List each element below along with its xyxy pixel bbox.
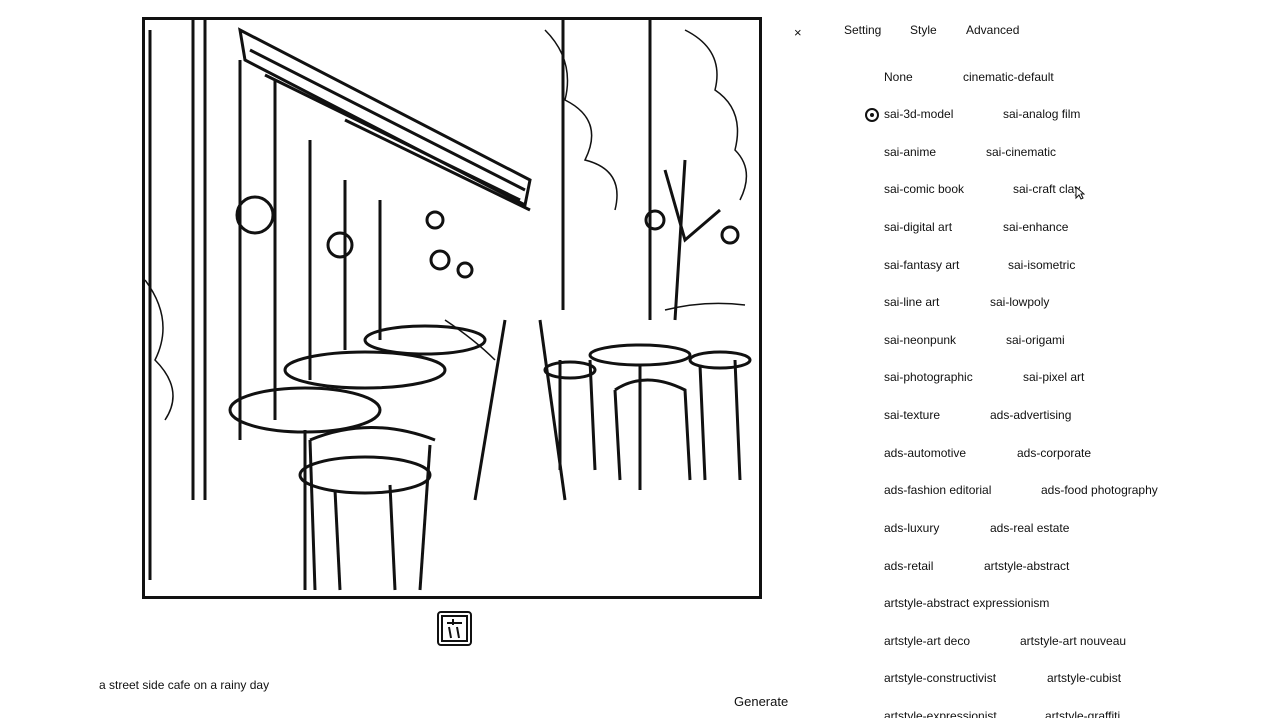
style-option[interactable]: sai-neonpunk [884, 333, 956, 347]
close-icon[interactable]: × [794, 25, 802, 40]
style-option[interactable]: ads-corporate [1017, 446, 1091, 460]
style-option[interactable]: sai-anime [884, 145, 936, 159]
style-option[interactable]: None [884, 70, 913, 84]
style-option[interactable]: artstyle-graffiti [1045, 709, 1120, 718]
generated-image-preview [142, 17, 762, 599]
style-option[interactable]: sai-line art [884, 295, 939, 309]
style-option[interactable]: sai-pixel art [1023, 370, 1084, 384]
tab-setting[interactable]: Setting [844, 23, 881, 37]
style-option[interactable]: ads-advertising [990, 408, 1071, 422]
style-option[interactable]: sai-cinematic [986, 145, 1056, 159]
style-option[interactable]: artstyle-art deco [884, 634, 970, 648]
prompt-text: a street side cafe on a rainy day [99, 678, 270, 692]
style-option[interactable]: ads-luxury [884, 521, 939, 535]
radio-selected-icon [865, 108, 879, 122]
style-option[interactable]: ads-food photography [1041, 483, 1158, 497]
style-options-list: None cinematic-default sai-3d-model sai-… [840, 62, 1260, 718]
style-option[interactable]: sai-digital art [884, 220, 952, 234]
style-option[interactable]: sai-fantasy art [884, 258, 959, 272]
style-option[interactable]: ads-real estate [990, 521, 1069, 535]
style-option[interactable]: artstyle-abstract expressionism [884, 596, 1049, 610]
style-option[interactable]: sai-isometric [1008, 258, 1075, 272]
style-option[interactable]: ads-retail [884, 559, 933, 573]
style-option-selected[interactable]: sai-3d-model [865, 107, 954, 122]
style-option[interactable]: artstyle-abstract [984, 559, 1069, 573]
style-option[interactable]: sai-origami [1006, 333, 1065, 347]
style-option[interactable]: sai-craft clay [1013, 182, 1080, 196]
style-option[interactable]: ads-automotive [884, 446, 966, 460]
image-thumbnail[interactable] [437, 611, 472, 646]
style-option[interactable]: sai-photographic [884, 370, 973, 384]
style-option[interactable]: artstyle-art nouveau [1020, 634, 1126, 648]
tab-style[interactable]: Style [910, 23, 937, 37]
tab-advanced[interactable]: Advanced [966, 23, 1019, 37]
generate-button[interactable]: Generate [734, 694, 788, 709]
style-option[interactable]: sai-analog film [1003, 107, 1080, 121]
style-option[interactable]: artstyle-cubist [1047, 671, 1121, 685]
style-option[interactable]: cinematic-default [963, 70, 1054, 84]
style-option[interactable]: sai-lowpoly [990, 295, 1049, 309]
style-option[interactable]: artstyle-constructivist [884, 671, 996, 685]
style-option[interactable]: sai-texture [884, 408, 940, 422]
image-thumbnail-icon [441, 615, 468, 642]
style-option[interactable]: sai-comic book [884, 182, 964, 196]
style-option[interactable]: ads-fashion editorial [884, 483, 991, 497]
mouse-pointer-icon [1075, 186, 1085, 200]
style-option-label: sai-3d-model [884, 107, 954, 121]
style-option[interactable]: sai-enhance [1003, 220, 1068, 234]
style-option[interactable]: artstyle-expressionist [884, 709, 997, 718]
